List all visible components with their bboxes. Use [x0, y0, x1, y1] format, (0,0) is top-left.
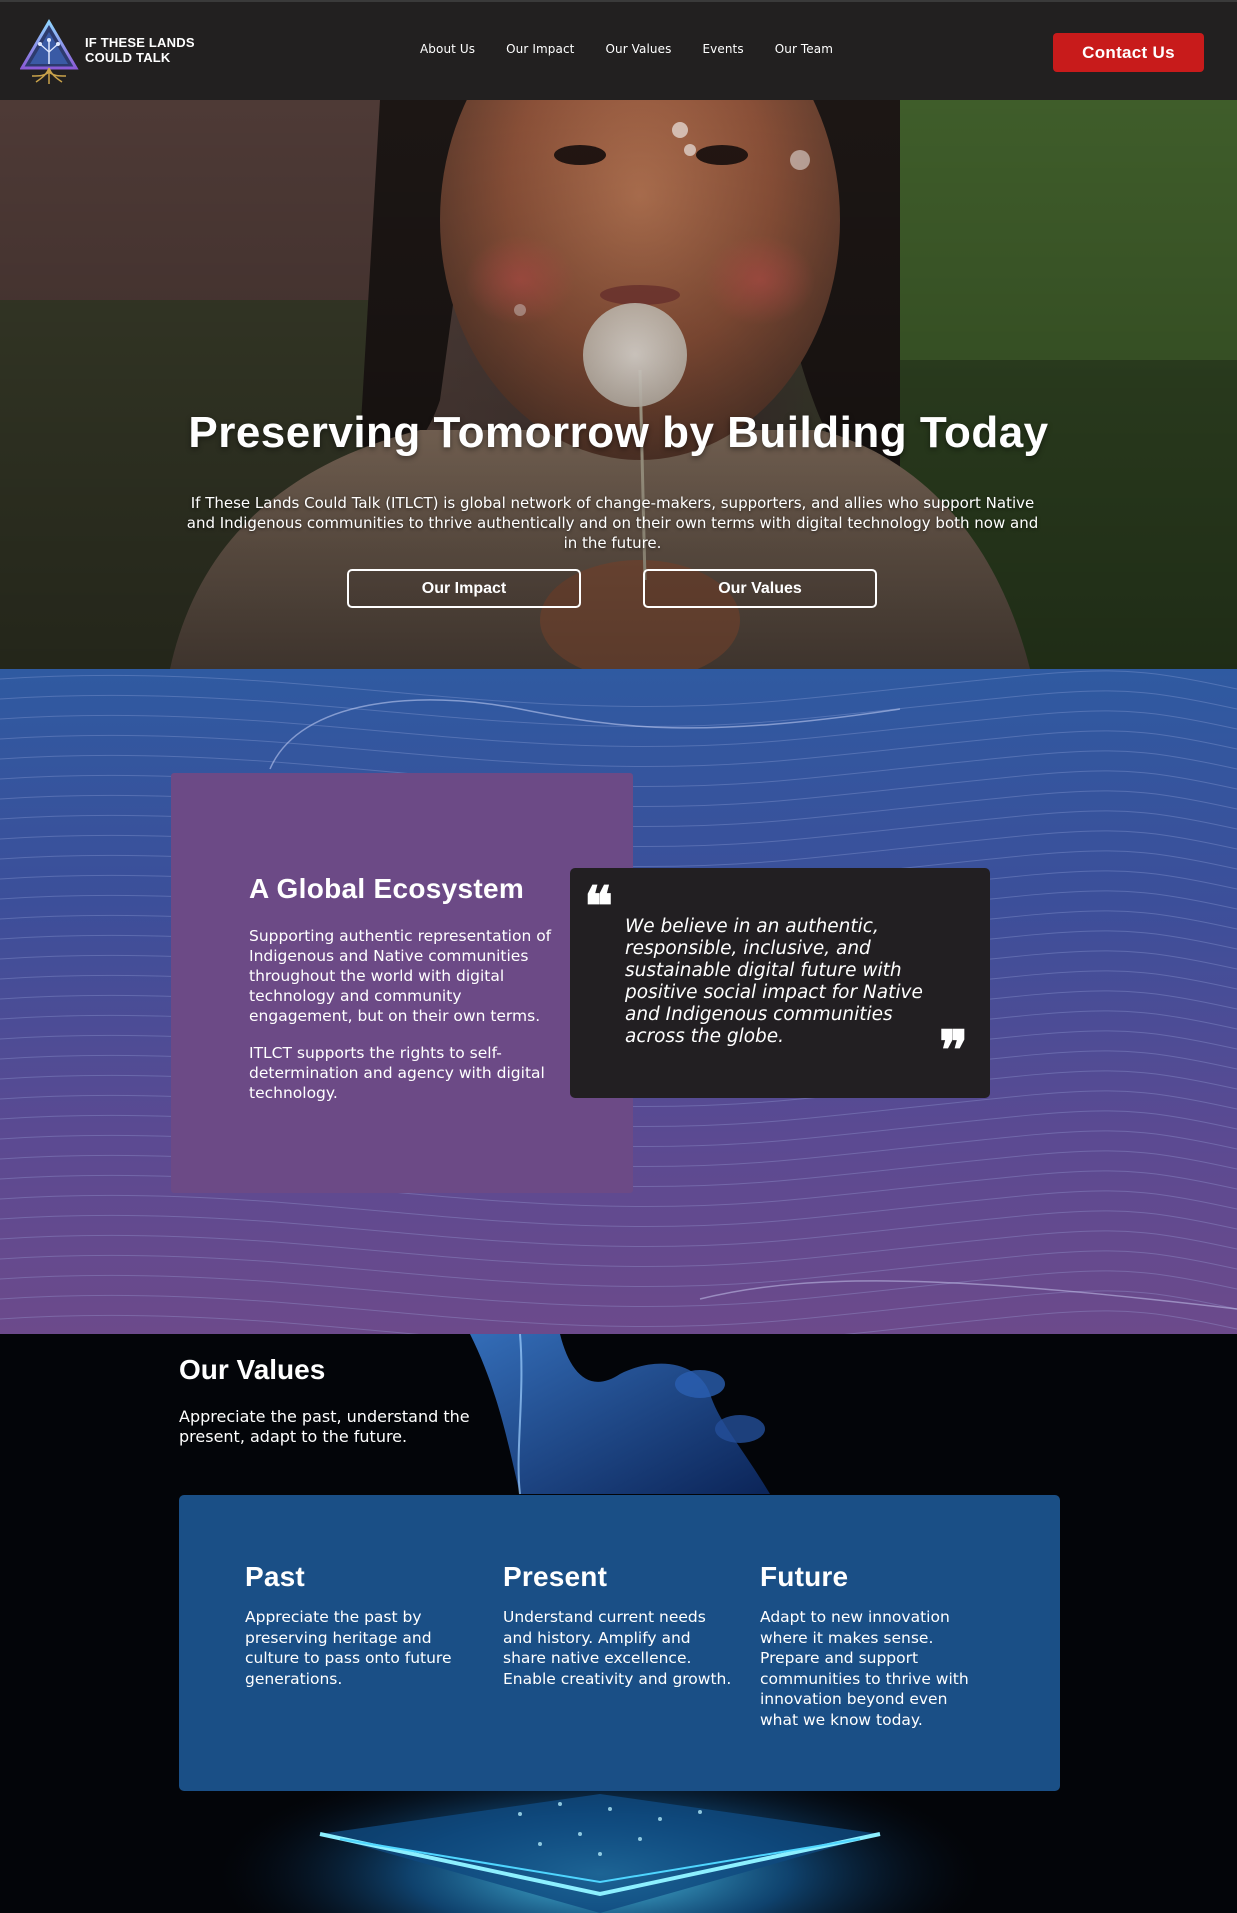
- value-text: Appreciate the past by preserving herita…: [245, 1608, 452, 1688]
- site-logo[interactable]: IF THESE LANDS COULD TALK: [20, 18, 220, 88]
- nav-link-our-team[interactable]: Our Team: [775, 42, 833, 56]
- hero-overlay: [0, 100, 1237, 669]
- ecosystem-paragraph: Supporting authentic representation of I…: [249, 927, 552, 1025]
- ecosystem-title: A Global Ecosystem: [249, 873, 525, 904]
- ecosystem-card: A Global Ecosystem Supporting authentic …: [171, 773, 633, 1193]
- nav-link-our-values[interactable]: Our Values: [605, 42, 671, 56]
- value-title: Past: [245, 1561, 305, 1592]
- hero-subtitle: If These Lands Could Talk (ITLCT) is glo…: [186, 494, 1039, 552]
- global-ecosystem-section: A Global Ecosystem Supporting authentic …: [0, 669, 1237, 1334]
- value-column-past: Past Appreciate the past by preserving h…: [245, 1561, 475, 1689]
- contact-us-button[interactable]: Contact Us: [1053, 33, 1204, 72]
- values-card: Past Appreciate the past by preserving h…: [179, 1495, 1060, 1791]
- values-subtitle: Appreciate the past, understand the pres…: [179, 1407, 470, 1446]
- value-text: Adapt to new innovation where it makes s…: [760, 1608, 969, 1729]
- value-title: Present: [503, 1561, 608, 1592]
- logo-triangle-icon: [20, 19, 79, 84]
- value-column-future: Future Adapt to new innovation where it …: [760, 1561, 990, 1730]
- hero-section: Preserving Tomorrow by Building Today If…: [0, 100, 1237, 669]
- quote-text: We believe in an authentic, responsible,…: [625, 916, 923, 1047]
- logo-text: IF THESE LANDS COULD TALK: [85, 35, 195, 65]
- values-title: Our Values: [179, 1354, 326, 1385]
- top-navigation: IF THESE LANDS COULD TALK About Us Our I…: [0, 0, 1237, 100]
- hero-title: Preserving Tomorrow by Building Today: [188, 408, 1049, 457]
- ecosystem-paragraph: ITLCT supports the rights to self-determ…: [249, 1044, 545, 1102]
- close-quote-icon: ❞: [939, 1018, 969, 1082]
- our-impact-button[interactable]: Our Impact: [347, 569, 581, 608]
- nav-link-events[interactable]: Events: [702, 42, 743, 56]
- main-menu: About Us Our Impact Our Values Events Ou…: [420, 42, 864, 56]
- nav-link-our-impact[interactable]: Our Impact: [506, 42, 574, 56]
- nav-link-about-us[interactable]: About Us: [420, 42, 475, 56]
- value-text: Understand current needs and history. Am…: [503, 1608, 732, 1688]
- open-quote-icon: ❝: [584, 874, 614, 938]
- our-values-button[interactable]: Our Values: [643, 569, 877, 608]
- value-column-present: Present Understand current needs and his…: [503, 1561, 733, 1689]
- quote-card: ❝ We believe in an authentic, responsibl…: [570, 868, 990, 1098]
- our-values-section: Our Values Appreciate the past, understa…: [0, 1334, 1237, 1913]
- value-title: Future: [760, 1561, 849, 1592]
